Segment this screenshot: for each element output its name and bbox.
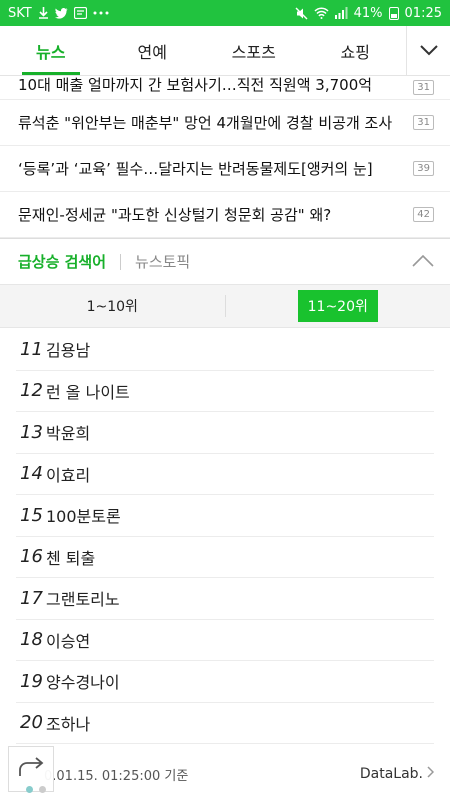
top-nav: 뉴스 연예 스포츠 쇼핑 xyxy=(0,26,450,76)
list-item[interactable]: 12 런 올 나이트 xyxy=(16,371,434,412)
page-indicator xyxy=(26,786,46,793)
tab-entertainment[interactable]: 연예 xyxy=(102,26,204,75)
datalab-link[interactable]: DataLab. xyxy=(359,766,435,782)
carrier-label: SKT xyxy=(8,5,32,21)
headline-item[interactable]: 문재인-정세균 "과도한 신상털기 청문회 공감" 왜? 42 xyxy=(0,192,450,238)
list-item[interactable]: 11 김용남 xyxy=(16,329,434,371)
rank-keyword: 그랜토리노 xyxy=(46,590,120,610)
rank-number: 16 xyxy=(20,546,43,568)
tab-rising-keywords[interactable]: 급상승 검색어 xyxy=(18,251,106,272)
tab-sports[interactable]: 스포츠 xyxy=(203,26,305,75)
headline-title: 10대 매출 얼마까지 간 보험사기…직전 직원액 3,700억 xyxy=(18,76,373,94)
list-item[interactable]: 19 양수경나이 xyxy=(16,661,434,703)
wifi-icon xyxy=(314,7,329,19)
list-item[interactable]: 14 이효리 xyxy=(16,454,434,495)
chevron-right-icon xyxy=(427,766,435,782)
signal-icon xyxy=(334,7,348,19)
rank-keyword: 100분토론 xyxy=(46,507,121,527)
chevron-down-icon xyxy=(419,41,438,60)
rank-number: 17 xyxy=(20,587,43,609)
rank-number: 14 xyxy=(20,463,43,485)
rank-number: 20 xyxy=(20,712,43,734)
tab-news-topics[interactable]: 뉴스토픽 xyxy=(135,251,190,272)
comment-count-badge: 42 xyxy=(413,207,434,222)
list-item[interactable]: 17 그랜토리노 xyxy=(16,578,434,620)
rank-keyword: 김용남 xyxy=(46,341,91,361)
headline-title: ‘등록’과 ‘교육’ 필수…달라지는 반려동물제도[앵커의 눈] xyxy=(18,160,373,178)
datalab-label: DataLab. xyxy=(359,766,423,782)
list-item[interactable]: 15 100분토론 xyxy=(16,495,434,537)
divider xyxy=(120,253,122,270)
share-icon xyxy=(18,756,44,782)
updated-timestamp: 0.01.15. 01:25:00 기준 xyxy=(44,768,189,784)
headline-title: 문재인-정세균 "과도한 신상털기 청문회 공감" 왜? xyxy=(18,206,332,224)
rank-number: 19 xyxy=(20,670,43,692)
tab-rank-11-20-label: 11~20위 xyxy=(297,290,378,322)
rank-keyword: 이효리 xyxy=(46,465,91,485)
rank-keyword: 양수경나이 xyxy=(46,673,120,693)
rank-keyword: 런 올 나이트 xyxy=(46,382,130,402)
status-bar: SKT 41% 01:25 xyxy=(0,0,450,26)
nav-expand-button[interactable] xyxy=(406,26,450,75)
list-item[interactable]: 16 첸 퇴출 xyxy=(16,537,434,578)
comment-count-badge: 31 xyxy=(413,115,434,130)
rank-keyword: 조하나 xyxy=(46,714,91,734)
headline-item[interactable]: 10대 매출 얼마까지 간 보험사기…직전 직원액 3,700억 31 xyxy=(0,76,450,100)
tab-news[interactable]: 뉴스 xyxy=(0,26,102,75)
footer: 0.01.15. 01:25:00 기준 DataLab. xyxy=(0,748,450,800)
clock: 01:25 xyxy=(404,5,442,21)
headline-list: 10대 매출 얼마까지 간 보험사기…직전 직원액 3,700억 31 류석춘 … xyxy=(0,76,450,238)
download-icon xyxy=(38,7,49,19)
rank-keyword: 이승연 xyxy=(46,631,91,651)
headline-title: 류석춘 "위안부는 매춘부" 망언 4개월만에 경찰 비공개 조사 xyxy=(18,114,393,132)
comment-count-badge: 39 xyxy=(413,161,434,176)
list-item[interactable]: 18 이승연 xyxy=(16,620,434,661)
comment-count-badge: 31 xyxy=(413,80,434,95)
rank-number: 13 xyxy=(20,421,43,443)
rank-number: 18 xyxy=(20,629,43,651)
nav-tabs: 뉴스 연예 스포츠 쇼핑 xyxy=(0,26,406,75)
battery-percent: 41% xyxy=(353,5,383,21)
headline-item[interactable]: ‘등록’과 ‘교육’ 필수…달라지는 반려동물제도[앵커의 눈] 39 xyxy=(0,146,450,192)
list-item[interactable]: 20 조하나 xyxy=(16,703,434,744)
tab-rank-1-10-label: 1~10위 xyxy=(86,299,138,315)
tab-rank-1-10[interactable]: 1~10위 xyxy=(0,285,225,327)
mute-icon xyxy=(295,7,308,20)
tab-shopping[interactable]: 쇼핑 xyxy=(305,26,407,75)
battery-icon xyxy=(388,6,399,20)
more-notifications-icon xyxy=(93,11,109,15)
rank-range-tabs: 1~10위 11~20위 xyxy=(0,284,450,328)
headline-item[interactable]: 류석춘 "위안부는 매춘부" 망언 4개월만에 경찰 비공개 조사 31 xyxy=(0,100,450,146)
rank-number: 12 xyxy=(20,380,43,402)
rank-list: 11 김용남 12 런 올 나이트 13 박윤희 14 이효리 15 100분토… xyxy=(0,329,450,744)
rising-keywords-header: 급상승 검색어 뉴스토픽 xyxy=(0,238,450,284)
chevron-up-icon[interactable] xyxy=(412,252,434,271)
page-dot xyxy=(26,786,33,793)
twitter-icon xyxy=(54,7,68,19)
rank-keyword: 박윤희 xyxy=(46,424,91,444)
list-item[interactable]: 13 박윤희 xyxy=(16,412,434,454)
tab-rank-11-20[interactable]: 11~20위 xyxy=(226,285,450,327)
rank-number: 11 xyxy=(20,338,43,360)
app-notification-icon xyxy=(73,7,87,19)
page-dot xyxy=(39,786,46,793)
rank-number: 15 xyxy=(20,504,43,526)
rank-keyword: 첸 퇴출 xyxy=(46,548,96,568)
